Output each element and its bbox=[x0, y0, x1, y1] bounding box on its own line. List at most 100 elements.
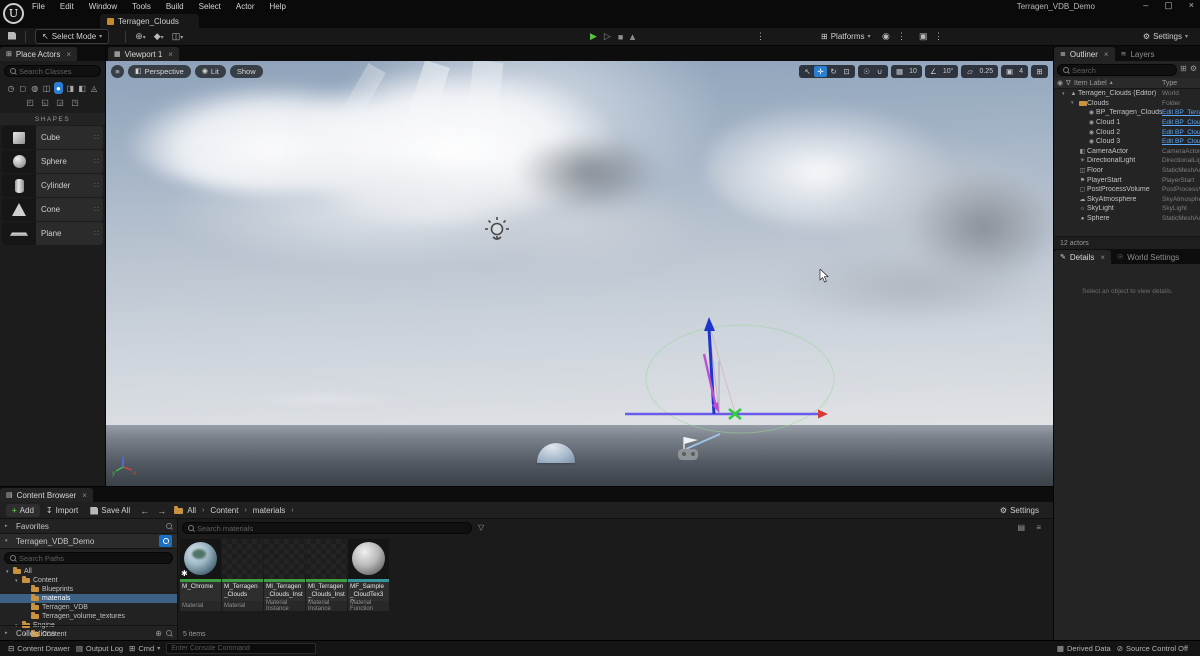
search-classes-input[interactable] bbox=[19, 67, 95, 76]
outliner-search-input[interactable] bbox=[1072, 66, 1171, 75]
grid-snap-value[interactable]: 10 bbox=[906, 68, 920, 75]
actor-label[interactable]: Cloud 1 bbox=[1096, 119, 1162, 126]
actor-label[interactable]: Floor bbox=[1087, 167, 1162, 174]
menu-item[interactable]: File bbox=[32, 2, 45, 11]
folder-tree-row[interactable]: Terragen_volume_textures bbox=[0, 612, 177, 621]
perspective-dropdown[interactable]: ◧ Perspective bbox=[128, 65, 191, 78]
actor-label[interactable]: Terragen_Clouds (Editor) bbox=[1078, 90, 1162, 97]
actor-type[interactable]: Edit BP_Terragen_Clouds bbox=[1162, 109, 1200, 116]
outliner-search[interactable] bbox=[1057, 64, 1177, 76]
play-control-button[interactable]: ▴ bbox=[630, 33, 635, 40]
actor-type[interactable]: Folder bbox=[1162, 100, 1200, 107]
outliner-row[interactable]: ▾ Clouds Folder bbox=[1054, 99, 1200, 109]
actor-label[interactable]: DirectionalLight bbox=[1087, 157, 1162, 164]
shape-list-item[interactable]: Sphere ∷ bbox=[2, 150, 103, 173]
launch-options-icon[interactable]: ⋮ bbox=[930, 31, 947, 42]
shape-list-item[interactable]: Cone ∷ bbox=[2, 198, 103, 221]
expander-icon[interactable]: ▾ bbox=[15, 578, 22, 584]
actor-label[interactable]: Cloud 3 bbox=[1096, 138, 1162, 145]
tab-place-actors[interactable]: ⊞ Place Actors × bbox=[0, 47, 77, 61]
expander-icon[interactable]: ▾ bbox=[6, 569, 13, 575]
close-icon[interactable]: × bbox=[1104, 50, 1109, 59]
session-options-icon[interactable]: ⋮ bbox=[893, 31, 910, 42]
drag-handle-icon[interactable]: ∷ bbox=[94, 229, 99, 238]
tab-content-browser[interactable]: ▤ Content Browser × bbox=[0, 488, 93, 502]
actor-label[interactable]: BP_Terragen_Clouds bbox=[1096, 109, 1162, 116]
derived-data-button[interactable]: ▦ Derived Data bbox=[1057, 644, 1111, 653]
actor-type[interactable]: Edit BP_Cloud bbox=[1162, 129, 1200, 136]
rotation-snap-icon[interactable]: ∠ bbox=[927, 66, 940, 77]
close-icon[interactable]: × bbox=[1100, 253, 1105, 262]
close-icon[interactable]: × bbox=[168, 50, 173, 59]
outliner-row[interactable]: ☼ SkyLight SkyLight bbox=[1054, 204, 1200, 214]
play-control-button[interactable]: ▶ bbox=[590, 31, 597, 42]
forward-icon[interactable]: → bbox=[153, 506, 170, 516]
category-icon[interactable]: ◱ bbox=[39, 96, 52, 108]
close-icon[interactable]: × bbox=[66, 50, 71, 59]
actor-type[interactable]: Edit BP_Cloud bbox=[1162, 138, 1200, 145]
add-actor-button[interactable]: ⊕▾ bbox=[131, 31, 150, 42]
outliner-row[interactable]: ● Sphere StaticMeshActor bbox=[1054, 214, 1200, 224]
breadcrumb-item[interactable]: materials› bbox=[253, 506, 294, 515]
actor-label[interactable]: CameraActor bbox=[1087, 148, 1162, 155]
menu-item[interactable]: Edit bbox=[60, 2, 74, 11]
tab-world-settings[interactable]: ☉ World Settings bbox=[1111, 250, 1185, 264]
actor-type[interactable]: DirectionalLight bbox=[1162, 157, 1200, 164]
tab-viewport-1[interactable]: ▦ Viewport 1 × bbox=[108, 47, 179, 61]
search-icon[interactable] bbox=[166, 523, 172, 529]
actor-type[interactable]: SkyAtmosphere bbox=[1162, 196, 1200, 203]
cinematics-dropdown[interactable]: ◫▾ bbox=[168, 31, 188, 42]
category-icon[interactable]: ● bbox=[54, 82, 64, 94]
category-icon[interactable]: ◧ bbox=[77, 82, 87, 94]
actor-label[interactable]: Cloud 2 bbox=[1096, 129, 1162, 136]
camera-speed-value[interactable]: 4 bbox=[1016, 68, 1026, 75]
add-collection-icon[interactable]: ⊕ bbox=[155, 629, 162, 638]
category-icon[interactable]: ◫ bbox=[42, 82, 52, 94]
platforms-dropdown[interactable]: ⊞ Platforms ▾ bbox=[815, 30, 877, 43]
category-icon[interactable]: ◷ bbox=[6, 82, 16, 94]
shape-list-item[interactable]: Cube ∷ bbox=[2, 126, 103, 149]
asset-tile[interactable]: ✱ M_Chrome Material bbox=[180, 539, 221, 611]
folder-name[interactable]: All bbox=[24, 568, 32, 575]
outliner-row[interactable]: ◉ Cloud 3 Edit BP_Cloud bbox=[1054, 137, 1200, 147]
breadcrumb-item[interactable]: Content› bbox=[210, 506, 246, 515]
category-icon[interactable]: ◳ bbox=[69, 96, 82, 108]
select-mode-dropdown[interactable]: ↖ Select Mode ▾ bbox=[35, 29, 109, 44]
source-control-button[interactable]: ⊘ Source Control Off bbox=[1117, 644, 1188, 653]
actor-type[interactable]: Edit BP_Cloud bbox=[1162, 119, 1200, 126]
outliner-row[interactable]: ☁ SkyAtmosphere SkyAtmosphere bbox=[1054, 195, 1200, 205]
asset-tile[interactable]: ✱ M_Terragen_Clouds Material bbox=[222, 539, 263, 611]
filter-search-toggle[interactable] bbox=[159, 535, 172, 547]
play-control-button[interactable]: ▷ bbox=[604, 31, 611, 42]
folder-tree-row[interactable]: materials bbox=[0, 594, 177, 603]
outliner-row[interactable]: ⚑ PlayerStart PlayerStart bbox=[1054, 175, 1200, 185]
project-header[interactable]: ▾ Terragen_VDB_Demo bbox=[0, 534, 177, 549]
actor-label[interactable]: PostProcessVolume bbox=[1087, 186, 1162, 193]
breadcrumb-item[interactable]: All› bbox=[187, 506, 204, 515]
content-browser-settings[interactable]: ⚙ Settings bbox=[994, 504, 1045, 517]
blueprints-dropdown[interactable]: ◆▾ bbox=[150, 31, 168, 42]
actor-type[interactable]: StaticMeshActor bbox=[1162, 167, 1200, 174]
asset-tile[interactable]: ✱ MI_Terragen_Clouds_Inst Material Insta… bbox=[264, 539, 305, 611]
level-viewport[interactable]: y x ≡ ◧ Perspective ◉ Lit Show ↖ ✛ bbox=[106, 61, 1053, 486]
visibility-column-icon[interactable]: ◉ bbox=[1057, 79, 1066, 87]
actor-type[interactable]: PostProcessVolume bbox=[1162, 186, 1200, 193]
lit-mode-dropdown[interactable]: ◉ Lit bbox=[195, 65, 226, 78]
outliner-row[interactable]: ◫ Floor StaticMeshActor bbox=[1054, 166, 1200, 176]
menu-item[interactable]: Window bbox=[89, 2, 117, 11]
outliner-row[interactable]: ▢ PostProcessVolume PostProcessVolume bbox=[1054, 185, 1200, 195]
folder-tree-row[interactable]: Terragen_VDB bbox=[0, 603, 177, 612]
search-paths-input[interactable] bbox=[19, 554, 167, 563]
move-tool-icon[interactable]: ✛ bbox=[814, 66, 827, 77]
drag-handle-icon[interactable]: ∷ bbox=[94, 181, 99, 190]
actor-label[interactable]: SkyAtmosphere bbox=[1087, 196, 1162, 203]
actor-type[interactable]: World bbox=[1162, 90, 1200, 97]
shape-list-item[interactable]: Plane ∷ bbox=[2, 222, 103, 245]
surface-snap-icon[interactable]: ∪ bbox=[873, 66, 886, 77]
rotation-snap-value[interactable]: 10° bbox=[940, 68, 957, 75]
actor-label[interactable]: Clouds bbox=[1087, 100, 1162, 107]
asset-search[interactable] bbox=[182, 522, 472, 534]
outliner-settings-icon[interactable]: ⚙ bbox=[1190, 64, 1197, 76]
import-button[interactable]: ↧ Import bbox=[40, 504, 84, 517]
add-button[interactable]: + Add bbox=[6, 504, 40, 517]
